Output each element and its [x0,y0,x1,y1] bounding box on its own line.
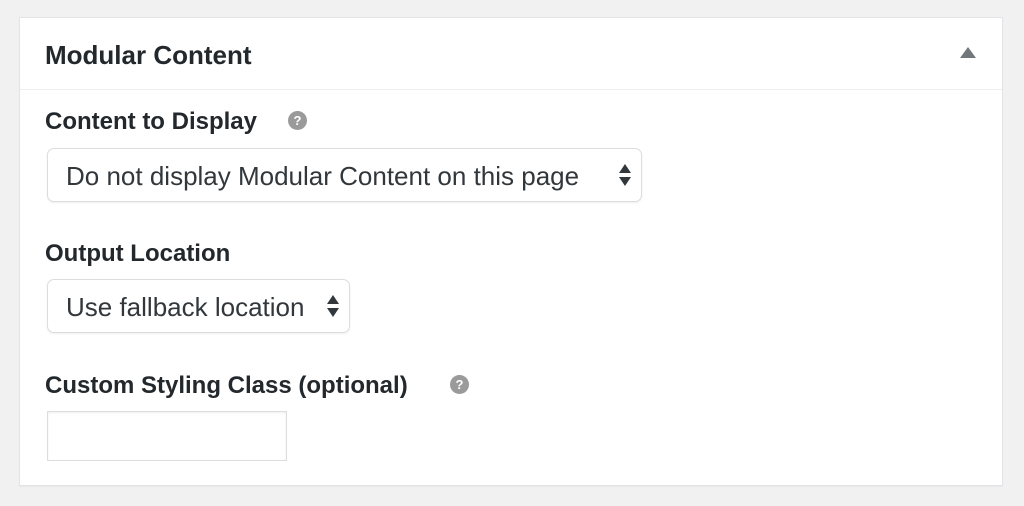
content-to-display-selected-value: Do not display Modular Content on this p… [66,161,580,191]
output-location-select[interactable]: Use fallback location [47,279,350,333]
custom-styling-class-label: Custom Styling Class (optional) [45,372,408,399]
output-location-label: Output Location [45,240,231,267]
modular-content-metabox: Modular Content Content to Display ? Do … [19,17,1003,486]
select-arrows-icon [619,164,631,188]
content-to-display-label: Content to Display [45,108,258,135]
help-icon[interactable]: ? [450,375,469,394]
metabox-title: Modular Content [45,40,252,70]
select-arrows-icon [327,295,339,319]
output-location-selected-value: Use fallback location [66,292,305,322]
metabox-header[interactable]: Modular Content [20,18,1002,90]
content-to-display-select[interactable]: Do not display Modular Content on this p… [47,148,642,202]
custom-styling-class-input[interactable] [47,411,287,461]
help-icon[interactable]: ? [288,111,307,130]
triangle-up-icon[interactable] [960,47,976,58]
